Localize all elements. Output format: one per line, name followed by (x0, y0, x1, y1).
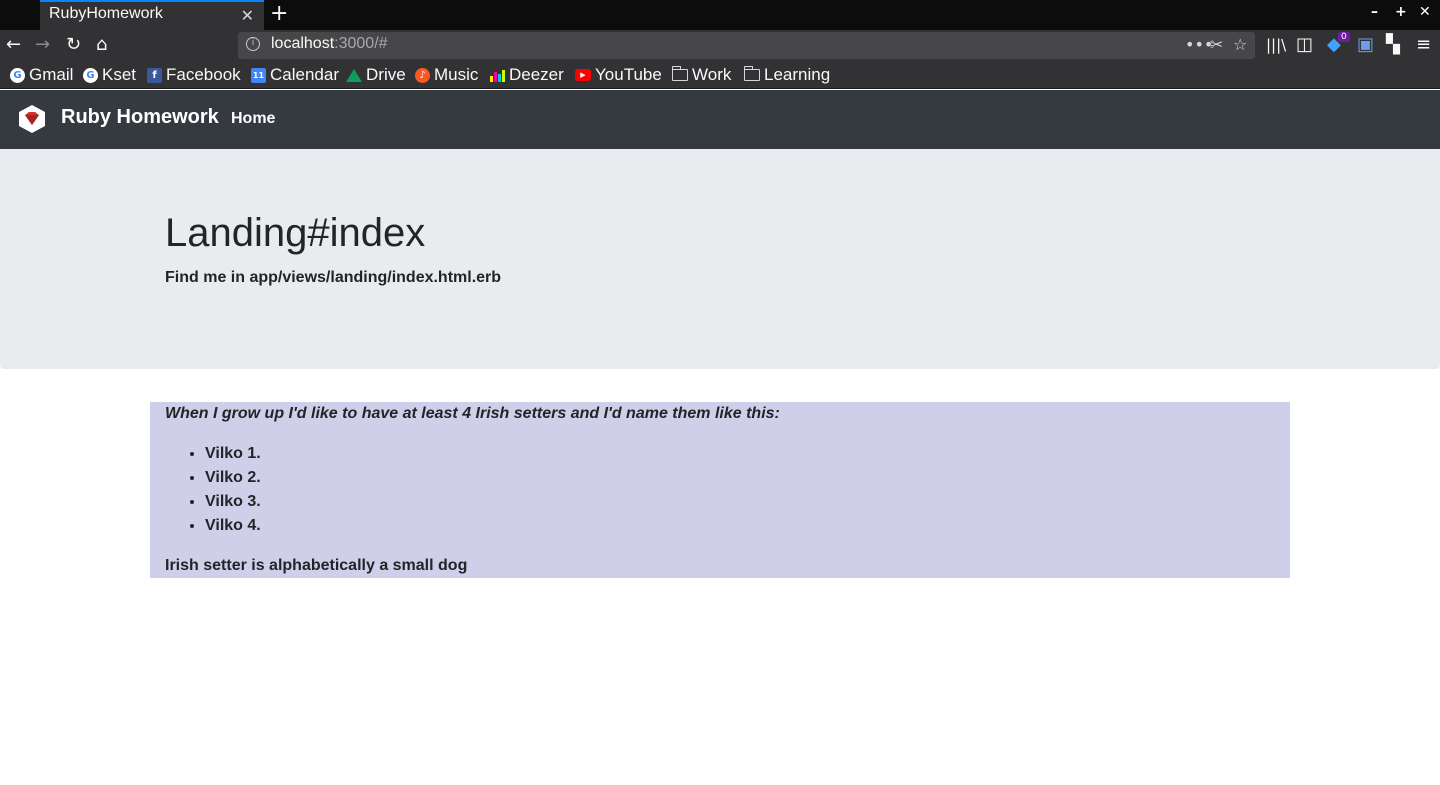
menu-icon[interactable]: ≡ (1416, 34, 1431, 56)
dog-list: Vilko 1. Vilko 2. Vilko 3. Vilko 4. (205, 444, 261, 540)
library-icon[interactable]: |||\ (1266, 34, 1286, 56)
ruby-logo-icon[interactable] (17, 104, 47, 134)
extension-badge: 0 (1338, 32, 1350, 42)
bookmark-folder-learning[interactable]: Learning (743, 65, 830, 85)
reload-icon[interactable]: ↻ (66, 34, 81, 56)
window-close-icon[interactable]: ✕ (1419, 4, 1431, 20)
list-item: Vilko 2. (205, 468, 261, 492)
list-item: Vilko 4. (205, 516, 261, 540)
translate-icon[interactable]: ▣ (1357, 34, 1374, 56)
jumbotron: Landing#index Find me in app/views/landi… (0, 149, 1440, 369)
music-icon: ♪ (415, 67, 430, 83)
forward-arrow-icon[interactable]: → (35, 34, 50, 56)
outro-text: Irish setter is alphabetically a small d… (165, 557, 468, 574)
browser-tab-bar: RubyHomework ✕ + – + ✕ (0, 0, 1440, 30)
facebook-icon: f (147, 67, 162, 83)
url-text[interactable]: localhost:3000/# (271, 35, 388, 53)
bookmark-kset[interactable]: G Kset (83, 65, 136, 85)
minimize-icon[interactable]: – (1371, 4, 1378, 20)
close-icon[interactable]: ✕ (241, 6, 254, 25)
google-icon: G (10, 67, 25, 83)
apps-icon[interactable]: ▚ (1386, 34, 1400, 56)
info-icon[interactable]: i (246, 37, 260, 51)
bookmark-facebook[interactable]: f Facebook (147, 65, 241, 85)
bookmark-deezer[interactable]: Deezer (490, 65, 564, 85)
bookmark-folder-work[interactable]: Work (671, 65, 731, 85)
browser-tab[interactable]: RubyHomework ✕ (40, 0, 264, 30)
brand-title[interactable]: Ruby Homework (61, 106, 219, 129)
list-item: Vilko 3. (205, 492, 261, 516)
tab-title: RubyHomework (49, 5, 163, 22)
browser-toolbar: ← → ↻ ⌂ i localhost:3000/# ••• ✂ ☆ |||\ … (0, 30, 1440, 61)
bookmarks-toolbar: G Gmail G Kset f Facebook 11 Calendar Dr… (0, 61, 1440, 89)
maximize-icon[interactable]: + (1395, 4, 1407, 20)
page-title: Landing#index (165, 211, 426, 255)
list-item: Vilko 1. (205, 444, 261, 468)
home-icon[interactable]: ⌂ (96, 34, 107, 56)
url-bar[interactable]: i localhost:3000/# ••• ✂ ☆ (238, 32, 1255, 59)
bookmark-gmail[interactable]: G Gmail (10, 65, 73, 85)
folder-icon (743, 66, 760, 81)
back-arrow-icon[interactable]: ← (6, 34, 21, 56)
nav-link-home[interactable]: Home (231, 110, 275, 128)
folder-icon (671, 66, 688, 81)
drive-icon (346, 68, 362, 82)
calendar-icon: 11 (251, 67, 266, 83)
page-subtitle: Find me in app/views/landing/index.html.… (165, 269, 502, 286)
bookmark-drive[interactable]: Drive (346, 65, 406, 85)
deezer-icon (490, 68, 505, 82)
screenshot-icon[interactable]: ✂ (1210, 35, 1223, 54)
bookmark-youtube[interactable]: ▶ YouTube (575, 65, 662, 85)
bookmark-star-icon[interactable]: ☆ (1233, 35, 1247, 54)
google-icon: G (83, 67, 98, 83)
new-tab-button[interactable]: + (270, 1, 288, 27)
sidebar-icon[interactable]: ◫ (1296, 34, 1313, 56)
content-box: When I grow up I'd like to have at least… (150, 402, 1290, 578)
youtube-icon: ▶ (575, 69, 591, 81)
bookmark-calendar[interactable]: 11 Calendar (251, 65, 339, 85)
app-navbar: Ruby Homework Home (0, 90, 1440, 149)
bookmark-music[interactable]: ♪ Music (415, 65, 478, 85)
intro-text: When I grow up I'd like to have at least… (165, 405, 780, 422)
